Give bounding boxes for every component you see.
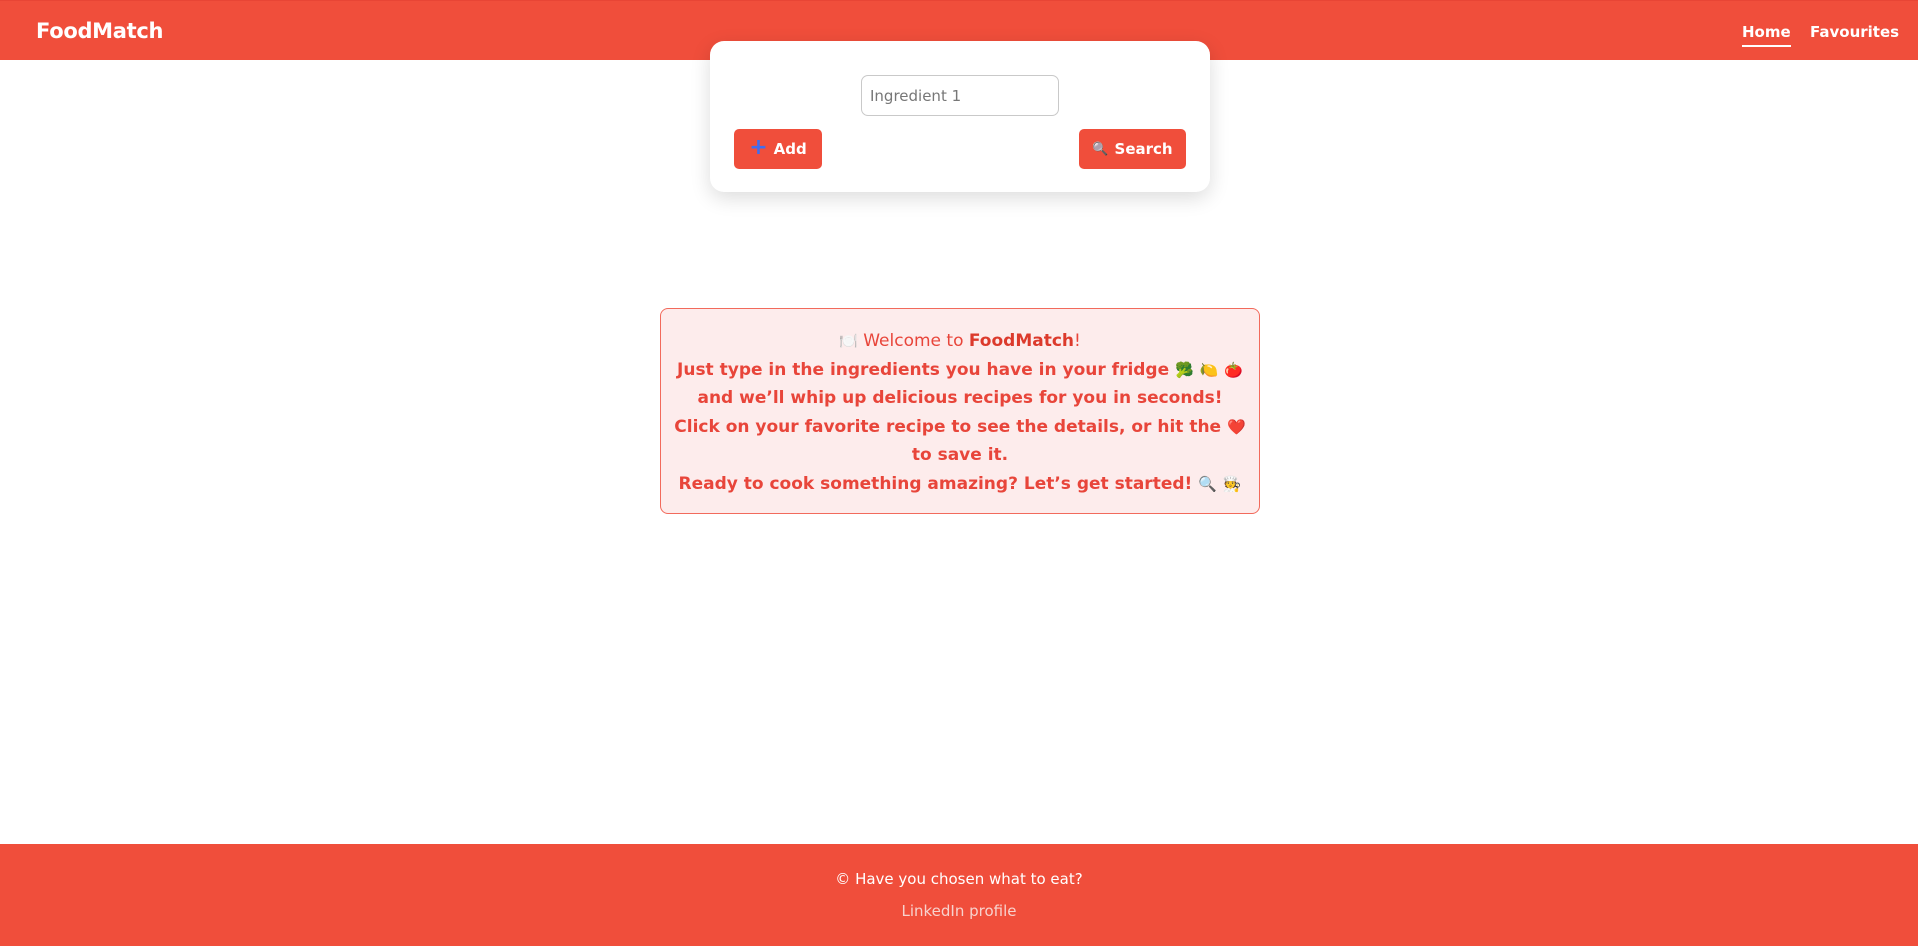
ingredient-search-card: + Add 🔍 Search <box>710 41 1210 192</box>
linkedin-profile-link[interactable]: LinkedIn profile <box>0 902 1918 920</box>
plate-icon: 🍽️ <box>839 332 858 350</box>
welcome-exclaim: ! <box>1074 331 1081 351</box>
search-button[interactable]: 🔍 Search <box>1079 129 1186 169</box>
cook-icon: 🧑‍🍳 <box>1222 474 1242 493</box>
broccoli-icon: 🥦 <box>1175 360 1194 379</box>
tomato-icon: 🍅 <box>1224 360 1243 379</box>
welcome-line-6-text: Ready to cook something amazing? Let’s g… <box>678 473 1193 494</box>
welcome-line-6: Ready to cook something amazing? Let’s g… <box>661 470 1259 499</box>
magnifier-icon: 🔍 <box>1092 141 1109 157</box>
search-button-label: Search <box>1114 140 1173 158</box>
add-button-label: Add <box>773 140 807 158</box>
plus-icon: + <box>749 135 768 160</box>
footer: © Have you chosen what to eat? LinkedIn … <box>0 844 1918 946</box>
welcome-line-4: Click on your favorite recipe to see the… <box>661 413 1259 442</box>
welcome-line-3: and we’ll whip up delicious recipes for … <box>697 388 1223 408</box>
welcome-title: 🍽️ Welcome to FoodMatch! <box>661 327 1259 356</box>
nav-favourites-link[interactable]: Favourites <box>1810 23 1899 41</box>
footer-copyright: © Have you chosen what to eat? <box>835 870 1083 888</box>
welcome-line-5: to save it. <box>911 445 1009 465</box>
welcome-line-2: Just type in the ingredients you have in… <box>661 356 1259 385</box>
welcome-brand: FoodMatch <box>968 331 1075 351</box>
magnifier-emoji-icon: 🔍 <box>1198 474 1217 493</box>
heart-icon: ❤️ <box>1227 417 1246 436</box>
add-ingredient-button[interactable]: + Add <box>734 129 822 169</box>
ingredient-input[interactable] <box>861 75 1059 116</box>
app-logo[interactable]: FoodMatch <box>36 19 163 43</box>
welcome-prefix: Welcome to <box>863 331 964 351</box>
welcome-line-2-text: Just type in the ingredients you have in… <box>677 359 1170 380</box>
welcome-line-4-text: Click on your favorite recipe to see the… <box>674 416 1222 437</box>
nav-home-link[interactable]: Home <box>1742 23 1791 47</box>
welcome-message-box: 🍽️ Welcome to FoodMatch! Just type in th… <box>660 308 1260 514</box>
lemon-icon: 🍋 <box>1199 360 1219 379</box>
